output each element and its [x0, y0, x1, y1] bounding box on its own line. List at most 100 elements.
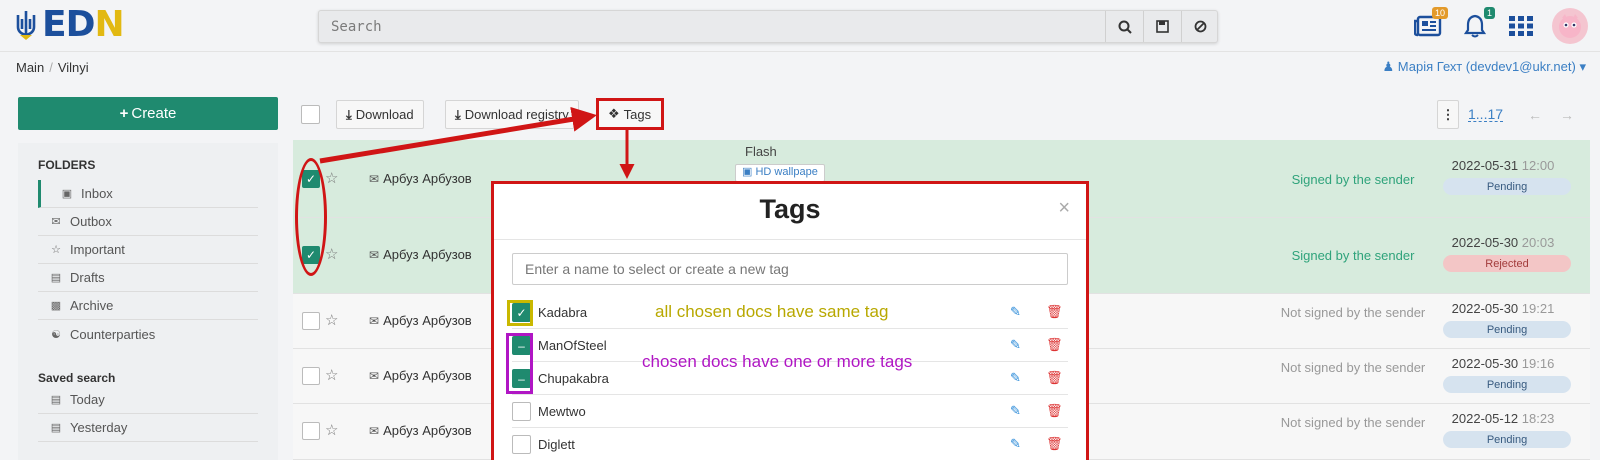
- star-icon[interactable]: ☆: [325, 311, 338, 329]
- envelope-icon: ✉: [51, 216, 61, 228]
- row-status: Not signed by the sender: [1280, 360, 1426, 375]
- modal-title: Tags: [759, 194, 821, 224]
- save-icon: [1156, 20, 1169, 33]
- checked-highlight-box: [507, 300, 533, 326]
- edit-icon[interactable]: ✎: [1010, 436, 1021, 452]
- sidebar-item-important[interactable]: ☆ Important: [38, 236, 258, 264]
- sidebar-item-today[interactable]: ▤ Today: [38, 386, 258, 414]
- logo-letter-n: N: [94, 4, 124, 45]
- select-all-checkbox[interactable]: [301, 105, 320, 124]
- handshake-icon: ☯: [51, 328, 61, 341]
- search-input[interactable]: Search: [331, 19, 382, 35]
- user-name: Марія Гехт (devdev1@ukr.net): [1397, 59, 1576, 74]
- tag-search-input[interactable]: [512, 253, 1068, 285]
- date-value: 2022-05-30: [1451, 301, 1519, 316]
- sidebar-item-counterparties[interactable]: ☯ Counterparties: [38, 320, 258, 348]
- row-status: Signed by the sender: [1291, 248, 1415, 263]
- row-date: 2022-05-30 19:16: [1433, 356, 1573, 371]
- sender-name: Арбуз Арбузов: [383, 247, 472, 262]
- row-title: Flash: [745, 144, 777, 159]
- sender-name: Арбуз Арбузов: [383, 313, 472, 328]
- partial-highlight-box: [506, 333, 533, 394]
- sidebar-item-outbox[interactable]: ✉ Outbox: [38, 208, 258, 236]
- search-icon: [1118, 20, 1132, 34]
- sidebar-item-inbox[interactable]: ▣ Inbox: [38, 180, 258, 208]
- search-button[interactable]: [1105, 11, 1143, 42]
- avatar[interactable]: [1552, 8, 1588, 44]
- sidebar-item-archive[interactable]: ▩ Archive: [38, 292, 258, 320]
- create-button[interactable]: + Create: [18, 97, 278, 130]
- tag-row-diglett[interactable]: Diglett ✎ 🗑: [512, 428, 1068, 460]
- top-bar: EDN Search 10 1: [0, 0, 1600, 52]
- tag-row-mewtwo[interactable]: Mewtwo ✎ 🗑: [512, 395, 1068, 428]
- prev-page-button[interactable]: ←: [1528, 107, 1542, 123]
- tag-name: ManOfSteel: [538, 338, 607, 353]
- user-menu[interactable]: ♟ Марія Гехт (devdev1@ukr.net) ▾: [1383, 59, 1586, 75]
- save-search-button[interactable]: [1143, 11, 1181, 42]
- star-icon[interactable]: ☆: [325, 169, 338, 187]
- folders-title: FOLDERS: [38, 158, 96, 172]
- envelope-open-icon: ✉: [369, 172, 380, 186]
- file-attachment[interactable]: ▣ HD wallpape: [735, 164, 825, 182]
- star-icon[interactable]: ☆: [325, 366, 338, 384]
- sidebar-item-yesterday[interactable]: ▤ Yesterday: [38, 414, 258, 442]
- logo[interactable]: EDN: [14, 4, 125, 45]
- search-bar: Search: [318, 10, 1218, 43]
- download-registry-button[interactable]: ⤓ Download registry: [445, 100, 579, 129]
- download-registry-label: Download registry: [464, 107, 569, 122]
- star-icon[interactable]: ☆: [325, 421, 338, 439]
- sender-name: Арбуз Арбузов: [383, 368, 472, 383]
- row-sender: ✉ Арбуз Арбузов: [369, 423, 472, 438]
- time-value: 20:03: [1521, 235, 1555, 250]
- date-value: 2022-05-30: [1451, 235, 1519, 250]
- annotation-same-tag: all chosen docs have same tag: [655, 302, 889, 321]
- sidebar-item-drafts[interactable]: ▤ Drafts: [38, 264, 258, 292]
- trash-icon[interactable]: 🗑: [1046, 403, 1063, 419]
- envelope-open-icon: ✉: [369, 369, 380, 383]
- star-icon[interactable]: ☆: [325, 245, 338, 263]
- edit-icon[interactable]: ✎: [1010, 337, 1021, 353]
- avatar-icon: [1559, 14, 1581, 38]
- plus-icon: +: [119, 105, 129, 122]
- apps-button[interactable]: [1505, 10, 1537, 42]
- time-value: 18:23: [1521, 411, 1555, 426]
- news-button[interactable]: 10: [1412, 7, 1448, 42]
- close-icon[interactable]: ×: [1058, 197, 1070, 220]
- trash-icon[interactable]: 🗑: [1046, 436, 1063, 452]
- vertical-dots-icon: ⋮: [1441, 106, 1455, 122]
- row-date: 2022-05-12 18:23: [1433, 411, 1573, 426]
- breadcrumb-main[interactable]: Main: [16, 60, 44, 75]
- download-button[interactable]: ⤓ Download: [336, 100, 424, 129]
- status-badge: Pending: [1443, 321, 1571, 338]
- row-status: Not signed by the sender: [1280, 415, 1426, 430]
- clear-search-button[interactable]: [1181, 11, 1219, 42]
- trash-icon[interactable]: 🗑: [1046, 370, 1063, 386]
- time-value: 19:21: [1521, 301, 1555, 316]
- notifications-button[interactable]: 1: [1459, 7, 1495, 42]
- tag-checkbox[interactable]: [512, 435, 531, 454]
- next-page-button[interactable]: →: [1560, 107, 1574, 123]
- tag-checkbox[interactable]: [512, 402, 531, 421]
- edit-icon[interactable]: ✎: [1010, 304, 1021, 320]
- edit-icon[interactable]: ✎: [1010, 403, 1021, 419]
- arrow-left-icon: ←: [1528, 107, 1542, 123]
- row-checkbox[interactable]: [302, 367, 320, 385]
- grid-icon: [1509, 16, 1533, 36]
- time-value: 19:16: [1521, 356, 1555, 371]
- edit-icon[interactable]: ✎: [1010, 370, 1021, 386]
- arrow-right-icon: →: [1560, 107, 1574, 123]
- more-options-button[interactable]: ⋮: [1437, 100, 1459, 129]
- sidebar-item-label: Important: [70, 242, 125, 257]
- breadcrumb: Main / Vilnyi: [16, 60, 89, 75]
- row-date: 2022-05-30 19:21: [1433, 301, 1573, 316]
- checkbox-highlight-ellipse: [295, 158, 327, 276]
- row-checkbox[interactable]: [302, 422, 320, 440]
- row-checkbox[interactable]: [302, 312, 320, 330]
- caret-down-icon: ▾: [1579, 59, 1586, 74]
- image-icon: ▣: [742, 166, 753, 178]
- trash-icon[interactable]: 🗑: [1046, 304, 1063, 320]
- row-date: 2022-05-30 20:03: [1433, 235, 1573, 250]
- trash-icon[interactable]: 🗑: [1046, 337, 1063, 353]
- status-badge: Pending: [1443, 178, 1571, 195]
- pager-range[interactable]: 1...17: [1468, 107, 1504, 122]
